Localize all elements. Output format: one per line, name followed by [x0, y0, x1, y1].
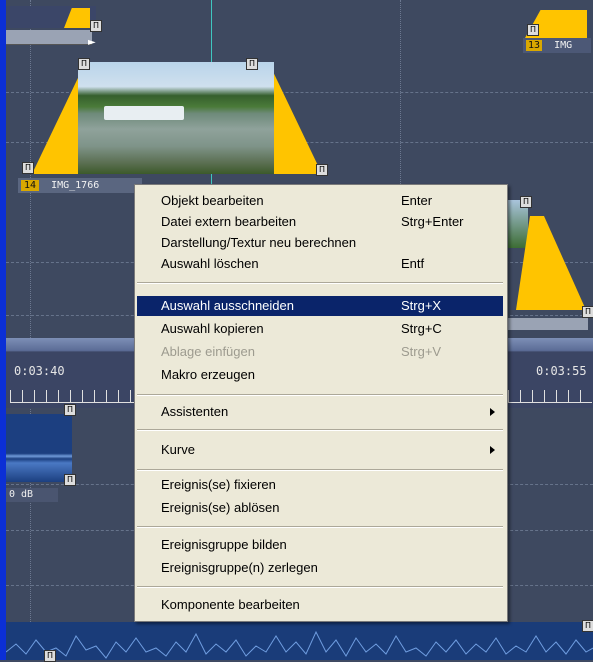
- menu-item-label: Ereignisgruppe bilden: [161, 537, 287, 552]
- play-icon[interactable]: ►: [88, 37, 102, 51]
- clip-name: IMG: [554, 40, 573, 51]
- clip-thumbnail-image[interactable]: [78, 62, 274, 174]
- menu-item-label: Kurve: [161, 442, 195, 457]
- clip-label-13[interactable]: 13 IMG: [523, 38, 591, 53]
- clip-number: 13: [526, 40, 543, 51]
- context-menu: Objekt bearbeiten Enter Datei extern bea…: [134, 184, 508, 622]
- menu-item-label: Objekt bearbeiten: [161, 193, 264, 208]
- clip-handle[interactable]: Π: [64, 404, 76, 416]
- menu-item-auswahl-loeschen[interactable]: Auswahl löschen Entf: [137, 254, 503, 274]
- menu-item-label: Ereignisgruppe(n) zerlegen: [161, 560, 318, 575]
- clip-bar[interactable]: [506, 318, 588, 330]
- menu-item-ereignis-fixieren[interactable]: Ereignis(se) fixieren: [137, 475, 503, 495]
- menu-item-label: Datei extern bearbeiten: [161, 214, 297, 229]
- menu-item-ereignisgruppe-zerlegen[interactable]: Ereignisgruppe(n) zerlegen: [137, 558, 503, 578]
- clip-handle[interactable]: Π: [246, 58, 258, 70]
- menu-item-assistenten[interactable]: Assistenten: [137, 402, 503, 422]
- menu-item-label: Auswahl löschen: [161, 256, 259, 271]
- audio-level-label[interactable]: 0 dB: [6, 488, 58, 502]
- submenu-arrow-icon: [490, 408, 495, 416]
- menu-item-darstellung-neu-berechnen[interactable]: Darstellung/Textur neu berechnen: [137, 233, 503, 253]
- clip-number: 14: [21, 180, 40, 191]
- menu-item-makro-erzeugen[interactable]: Makro erzeugen: [137, 365, 503, 385]
- clip-handle[interactable]: Π: [582, 620, 593, 632]
- cursor-line: [30, 0, 31, 660]
- menu-separator: [137, 394, 503, 396]
- menu-item-datei-extern-bearbeiten[interactable]: Datei extern bearbeiten Strg+Enter: [137, 212, 503, 232]
- time-label-left: 0:03:40: [14, 364, 65, 378]
- menu-item-ablage-einfuegen: Ablage einfügen Strg+V: [137, 342, 503, 362]
- menu-item-ereignisgruppe-bilden[interactable]: Ereignisgruppe bilden: [137, 535, 503, 555]
- menu-item-objekt-bearbeiten[interactable]: Objekt bearbeiten Enter: [137, 191, 503, 211]
- menu-separator: [137, 586, 503, 588]
- menu-item-shortcut: Strg+V: [401, 344, 442, 359]
- menu-item-auswahl-kopieren[interactable]: Auswahl kopieren Strg+C: [137, 319, 503, 339]
- time-label-right: 0:03:55: [536, 364, 587, 378]
- clip-name: IMG_1766: [51, 180, 100, 191]
- clip-handle[interactable]: Π: [90, 20, 102, 32]
- boat-shape: [104, 106, 184, 120]
- menu-item-label: Auswahl ausschneiden: [161, 298, 294, 313]
- menu-item-shortcut: Strg+X: [401, 298, 442, 313]
- menu-item-label: Komponente bearbeiten: [161, 597, 300, 612]
- menu-item-shortcut: Strg+Enter: [401, 214, 464, 229]
- menu-item-shortcut: Entf: [401, 256, 425, 271]
- clip-handle[interactable]: Π: [582, 306, 593, 318]
- menu-item-auswahl-ausschneiden[interactable]: Auswahl ausschneiden Strg+X: [137, 296, 503, 316]
- ruler-ticks: [10, 390, 134, 403]
- clip-handle[interactable]: Π: [64, 474, 76, 486]
- clip-bar[interactable]: [6, 30, 92, 45]
- clip-handle[interactable]: Π: [520, 196, 532, 208]
- audio-clip-waveform[interactable]: [6, 414, 72, 482]
- audio-waveform-track[interactable]: [6, 622, 593, 660]
- menu-item-label: Auswahl kopieren: [161, 321, 264, 336]
- menu-separator: [137, 429, 503, 431]
- clip-handle[interactable]: Π: [78, 58, 90, 70]
- window-edge: [0, 0, 6, 660]
- menu-item-label: Makro erzeugen: [161, 367, 255, 382]
- menu-item-shortcut: Strg+C: [401, 321, 442, 336]
- clip-handle[interactable]: Π: [527, 24, 539, 36]
- menu-item-label: Ereignis(se) fixieren: [161, 477, 276, 492]
- menu-item-shortcut: Enter: [401, 193, 433, 208]
- clip-handle[interactable]: Π: [316, 164, 328, 176]
- clip-handle[interactable]: Π: [22, 162, 34, 174]
- menu-item-kurve[interactable]: Kurve: [137, 440, 503, 460]
- waveform-graphic: [6, 630, 593, 659]
- menu-item-label: Ereignis(se) ablösen: [161, 500, 280, 515]
- menu-separator: [137, 282, 503, 284]
- menu-item-label: Assistenten: [161, 404, 229, 419]
- clip-label-14[interactable]: 14 IMG_1766: [18, 178, 142, 193]
- menu-item-ereignis-abloesen[interactable]: Ereignis(se) ablösen: [137, 498, 503, 518]
- clip-handle[interactable]: Π: [44, 650, 56, 662]
- menu-separator: [137, 469, 503, 471]
- menu-item-komponente-bearbeiten[interactable]: Komponente bearbeiten: [137, 595, 503, 615]
- menu-item-label: Darstellung/Textur neu berechnen: [161, 235, 357, 250]
- menu-item-label: Ablage einfügen: [161, 344, 255, 359]
- submenu-arrow-icon: [490, 446, 495, 454]
- menu-separator: [137, 526, 503, 528]
- ruler-ticks: [508, 390, 592, 403]
